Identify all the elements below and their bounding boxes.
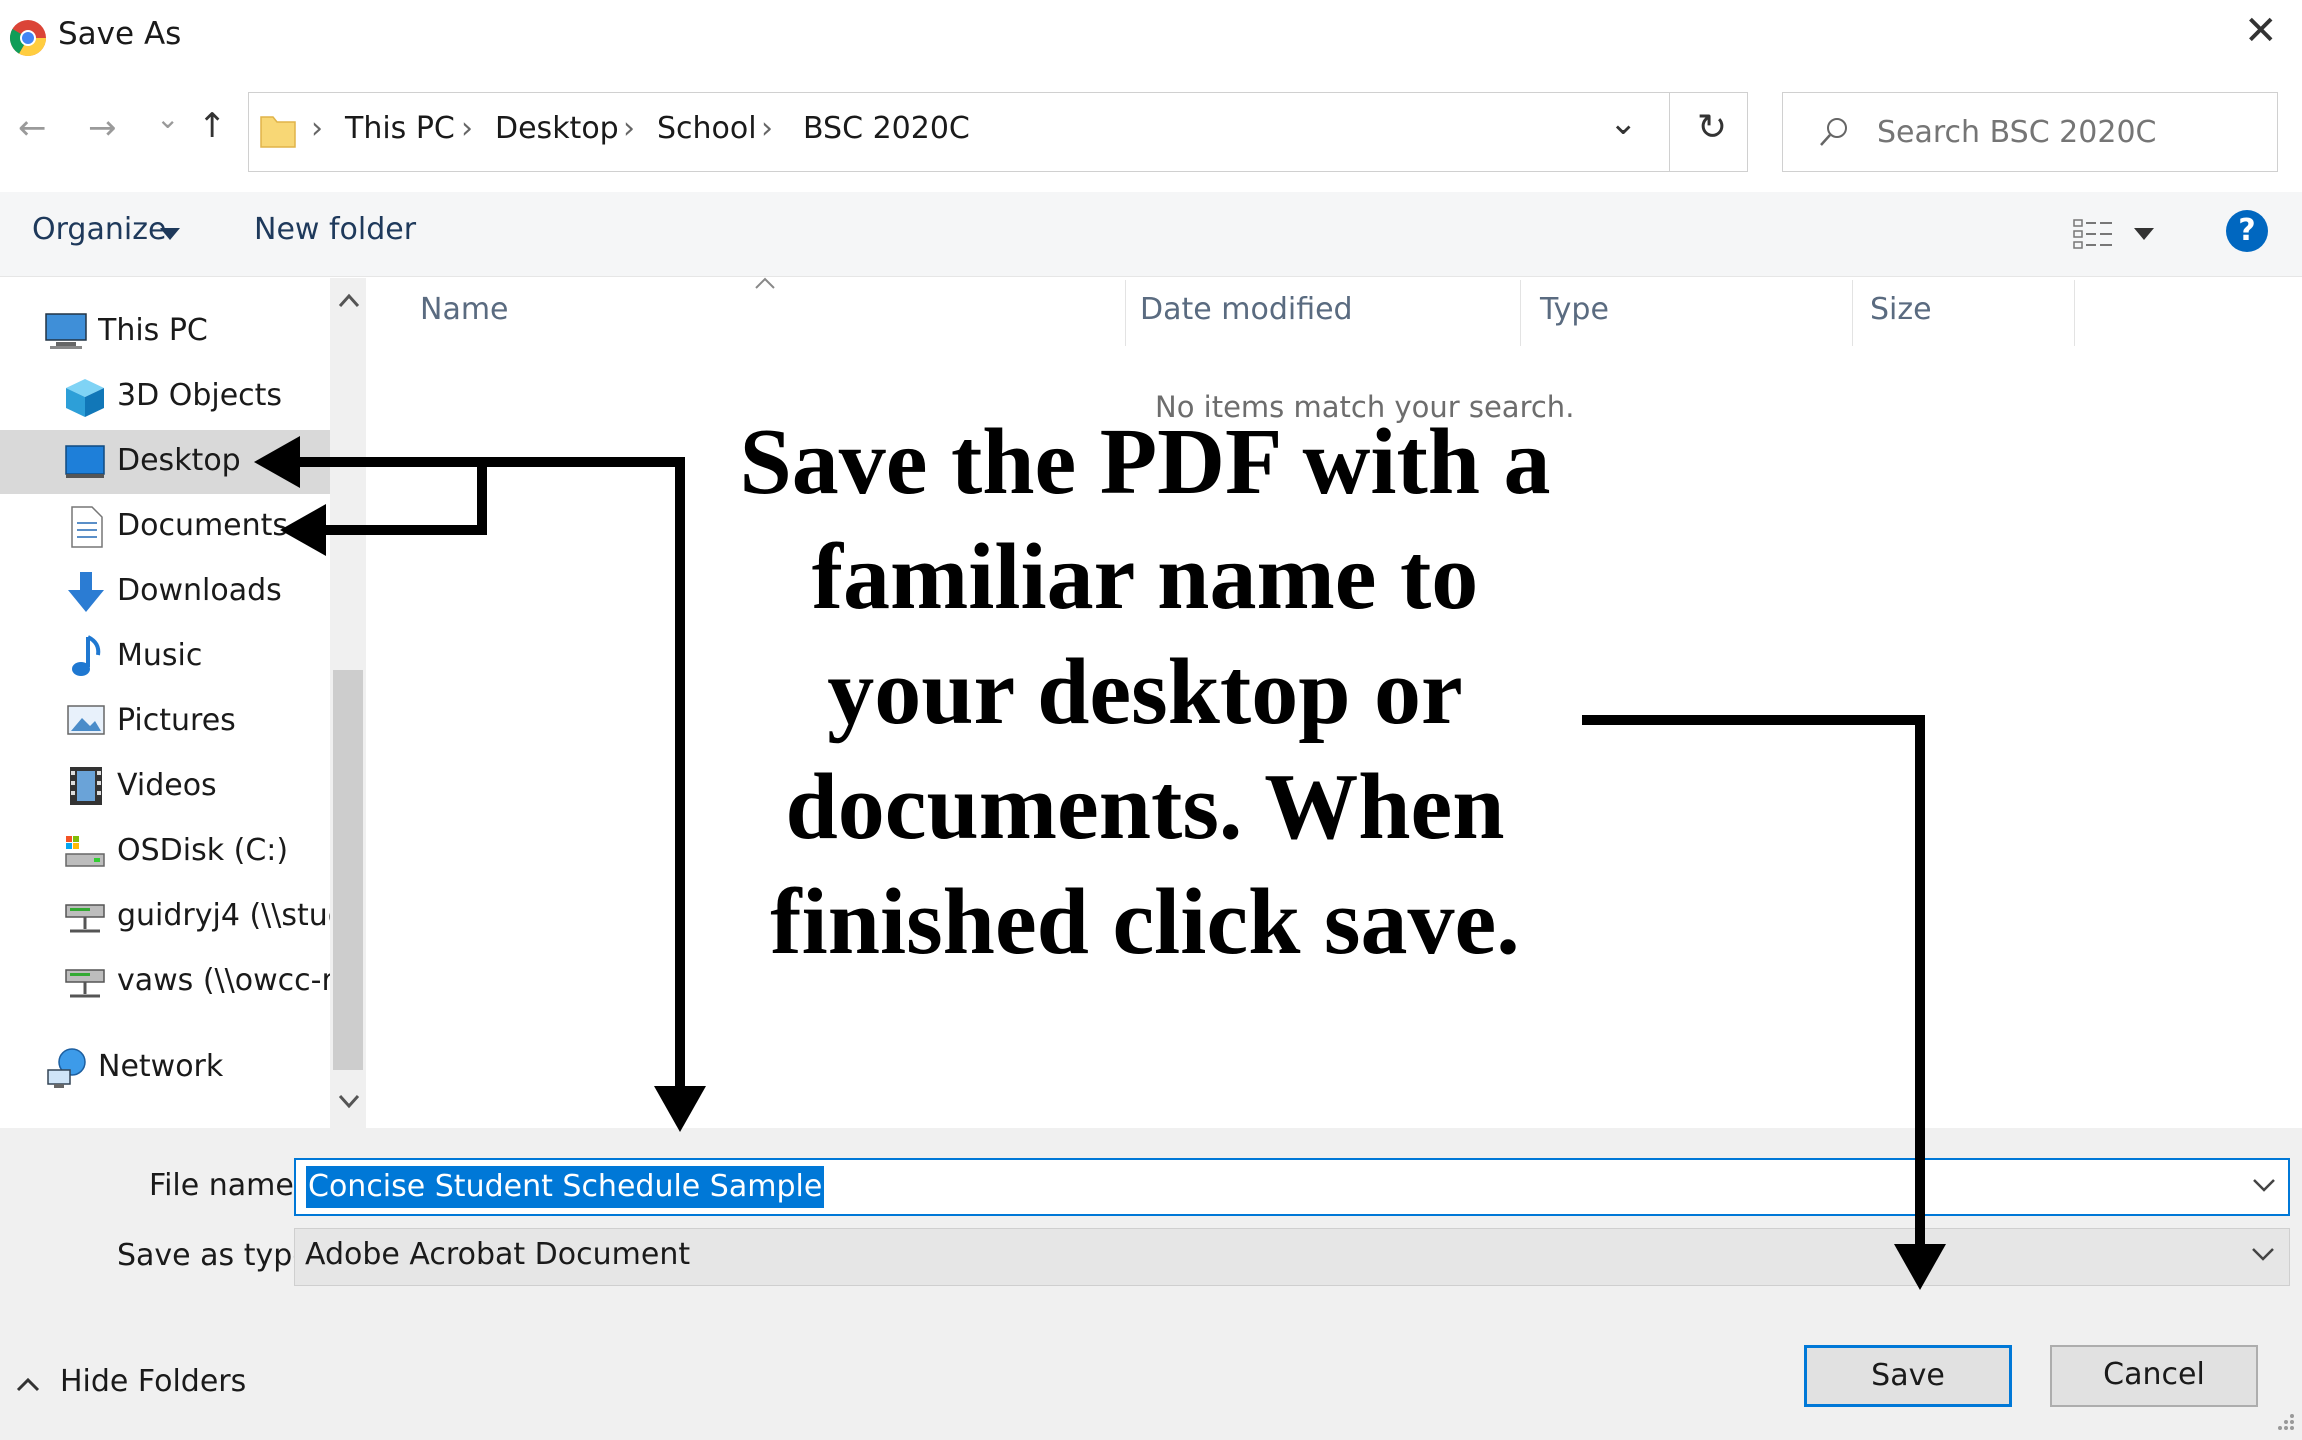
sidebar-item-music[interactable]: Music xyxy=(0,625,330,689)
sidebar-item-label: guidryj4 (\\stude xyxy=(117,898,330,933)
help-icon[interactable]: ? xyxy=(2226,210,2268,252)
back-button[interactable]: ← xyxy=(18,108,47,148)
drive-icon xyxy=(65,836,105,867)
filename-label: File name: xyxy=(149,1168,304,1203)
filename-dropdown-icon[interactable] xyxy=(2252,1178,2276,1194)
sidebar-item-label: Documents xyxy=(117,508,289,543)
column-header-name[interactable]: Name xyxy=(420,292,509,327)
desktop-icon xyxy=(65,445,105,478)
music-icon xyxy=(72,635,101,676)
hide-folders-label: Hide Folders xyxy=(60,1364,247,1399)
breadcrumb-separator: › xyxy=(761,111,773,146)
sidebar-item-osdisk[interactable]: OSDisk (C:) xyxy=(0,820,330,884)
download-icon xyxy=(68,572,104,612)
cube-icon xyxy=(66,379,104,417)
view-dropdown-icon[interactable] xyxy=(2134,228,2154,242)
column-divider[interactable] xyxy=(2074,280,2075,346)
sidebar-item-desktop[interactable]: Desktop xyxy=(0,430,330,494)
sidebar-item-label: vaws (\\owcc-r- xyxy=(117,963,330,998)
scroll-up-icon[interactable] xyxy=(338,292,360,308)
forward-button[interactable]: → xyxy=(88,108,117,148)
sidebar-item-network[interactable]: Network xyxy=(0,1036,330,1100)
network-drive-icon xyxy=(65,969,105,998)
breadcrumb-school[interactable]: School xyxy=(657,111,757,146)
chrome-icon xyxy=(9,20,47,57)
sidebar-item-guidryj4[interactable]: guidryj4 (\\stude xyxy=(0,885,330,949)
cancel-button[interactable]: Cancel xyxy=(2050,1345,2258,1407)
sidebar-item-label: Pictures xyxy=(117,703,236,738)
address-divider xyxy=(1669,93,1670,171)
close-button[interactable]: ✕ xyxy=(2244,8,2278,54)
sidebar-item-label: OSDisk (C:) xyxy=(117,833,289,868)
sidebar-item-label: 3D Objects xyxy=(117,378,283,413)
title-bar: Save As ✕ xyxy=(0,0,2302,74)
breadcrumb-separator: › xyxy=(311,111,323,146)
filename-value: Concise Student Schedule Sample xyxy=(306,1166,825,1208)
organize-button[interactable]: Organize xyxy=(32,212,166,247)
column-header-type[interactable]: Type xyxy=(1540,292,1609,327)
save-as-type-label: Save as type: xyxy=(117,1238,321,1273)
videos-icon xyxy=(70,767,102,805)
computer-icon xyxy=(45,313,87,349)
view-options-icon[interactable] xyxy=(2072,216,2114,252)
column-divider[interactable] xyxy=(1520,280,1521,346)
breadcrumb-separator: › xyxy=(623,111,635,146)
breadcrumb-bsc-2020c[interactable]: BSC 2020C xyxy=(803,111,970,146)
search-icon xyxy=(1820,118,1847,146)
sidebar-item-videos[interactable]: Videos xyxy=(0,755,330,819)
sidebar-item-documents[interactable]: Documents xyxy=(0,495,330,559)
sidebar-item-label: Downloads xyxy=(117,573,282,608)
type-dropdown-icon[interactable] xyxy=(2251,1247,2275,1263)
sort-ascending-icon xyxy=(755,277,775,289)
address-dropdown-icon[interactable]: ⌄ xyxy=(1609,103,1638,143)
column-divider[interactable] xyxy=(1125,280,1126,346)
sidebar-item-this-pc[interactable]: This PC xyxy=(0,300,330,364)
sidebar-item-vaws[interactable]: vaws (\\owcc-r- xyxy=(0,950,330,1014)
scrollbar-thumb[interactable] xyxy=(333,670,363,1070)
instruction-annotation: Save the PDF with a familiar name to you… xyxy=(739,410,1551,974)
chevron-down-icon xyxy=(160,228,180,240)
sidebar-item-label: Desktop xyxy=(117,443,241,478)
network-drive-icon xyxy=(65,904,105,933)
sidebar-item-label: Videos xyxy=(117,768,217,803)
command-bar: Organize New folder ? xyxy=(0,192,2302,277)
column-header-size[interactable]: Size xyxy=(1870,292,1932,327)
save-button[interactable]: Save xyxy=(1804,1345,2012,1407)
search-box[interactable] xyxy=(1782,92,2278,172)
pictures-icon xyxy=(67,705,105,735)
arrow-to-filename xyxy=(654,1086,706,1132)
filename-field[interactable]: Concise Student Schedule Sample xyxy=(294,1158,2290,1216)
breadcrumb-separator: › xyxy=(461,111,473,146)
column-header-date-modified[interactable]: Date modified xyxy=(1140,292,1353,327)
search-input[interactable] xyxy=(1875,107,2259,157)
sidebar-item-label: This PC xyxy=(98,313,208,348)
network-icon xyxy=(47,1048,86,1088)
column-divider[interactable] xyxy=(1852,280,1853,346)
breadcrumb-desktop[interactable]: Desktop xyxy=(495,111,619,146)
sidebar-item-3d-objects[interactable]: 3D Objects xyxy=(0,365,330,429)
address-bar[interactable]: › This PC › Desktop › School › BSC 2020C… xyxy=(248,92,1748,172)
document-icon xyxy=(71,506,103,548)
save-as-type-value: Adobe Acrobat Document xyxy=(305,1237,691,1272)
up-button[interactable]: ↑ xyxy=(198,106,227,146)
scroll-down-icon[interactable] xyxy=(338,1094,360,1110)
resize-grip-icon[interactable] xyxy=(2272,1412,2296,1436)
recent-locations-button[interactable]: ⌄ xyxy=(156,102,179,135)
sidebar-item-downloads[interactable]: Downloads xyxy=(0,560,330,624)
sidebar-item-label: Music xyxy=(117,638,203,673)
save-as-type-select[interactable]: Adobe Acrobat Document xyxy=(294,1228,2290,1286)
refresh-icon[interactable]: ↻ xyxy=(1697,107,1727,148)
new-folder-button[interactable]: New folder xyxy=(254,212,416,247)
navigation-pane: This PC 3D Objects Desktop Documents Dow… xyxy=(0,278,330,1128)
chevron-up-icon xyxy=(16,1377,40,1392)
sidebar-item-pictures[interactable]: Pictures xyxy=(0,690,330,754)
breadcrumb-this-pc[interactable]: This PC xyxy=(345,111,455,146)
window-title: Save As xyxy=(58,16,182,52)
folder-icon xyxy=(260,116,296,148)
sidebar-item-label: Network xyxy=(98,1049,224,1084)
